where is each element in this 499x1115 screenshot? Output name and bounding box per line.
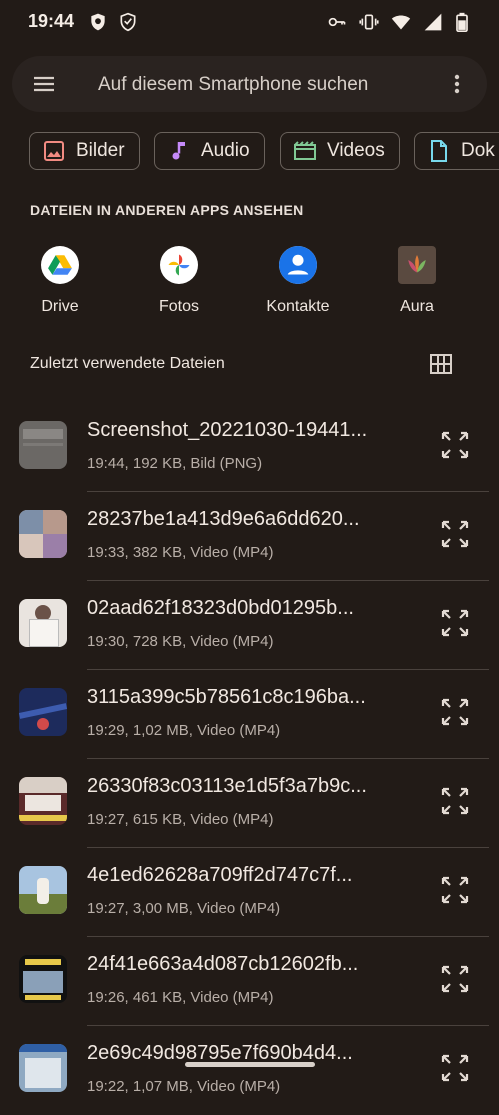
shield-icon [88, 12, 108, 32]
file-meta: 19:29, 1,02 MB, Video (MP4) [87, 722, 281, 739]
more-options-icon[interactable] [445, 72, 469, 96]
file-thumbnail [19, 688, 67, 736]
file-name: 02aad62f18323d0bd01295b... [87, 597, 354, 619]
movie-icon [293, 139, 317, 163]
app-contacts[interactable]: Kontakte [253, 246, 343, 316]
divider [87, 669, 489, 670]
hamburger-menu-icon[interactable] [32, 72, 56, 96]
divider [87, 847, 489, 848]
expand-icon[interactable] [440, 430, 470, 460]
wifi-icon [391, 12, 411, 32]
search-bar[interactable]: Auf diesem Smartphone suchen [12, 56, 487, 112]
grid-view-icon[interactable] [430, 354, 452, 374]
file-meta: 19:26, 461 KB, Video (MP4) [87, 989, 274, 1006]
file-thumbnail [19, 510, 67, 558]
divider [87, 491, 489, 492]
file-thumbnail [19, 777, 67, 825]
list-item[interactable]: Screenshot_20221030-19441... 19:44, 192 … [0, 404, 499, 492]
file-name: 4e1ed62628a709ff2d747c7f... [87, 864, 353, 886]
chip-label: Audio [201, 140, 250, 161]
list-item[interactable]: 26330f83c03113e1d5f3a7b9c... 19:27, 615 … [0, 760, 499, 848]
contacts-icon [279, 246, 317, 284]
file-name: 28237be1a413d9e6a6dd620... [87, 508, 360, 530]
file-meta: 19:33, 382 KB, Video (MP4) [87, 544, 274, 561]
file-meta: 19:27, 3,00 MB, Video (MP4) [87, 900, 281, 917]
apps-section-title: DATEIEN IN ANDEREN APPS ANSEHEN [30, 202, 304, 218]
gesture-navigation-bar[interactable] [185, 1062, 315, 1067]
expand-icon[interactable] [440, 519, 470, 549]
category-chips: Bilder Audio Videos Dok [29, 132, 499, 172]
divider [87, 936, 489, 937]
battery-icon [455, 12, 469, 32]
vpn-shield-icon [118, 12, 138, 32]
chip-label: Videos [327, 140, 385, 161]
app-photos[interactable]: Fotos [134, 246, 224, 316]
expand-icon[interactable] [440, 608, 470, 638]
aura-app-icon [398, 246, 436, 284]
file-thumbnail [19, 421, 67, 469]
google-drive-icon [41, 246, 79, 284]
chip-images[interactable]: Bilder [29, 132, 140, 170]
cell-signal-icon [423, 12, 443, 32]
expand-icon[interactable] [440, 697, 470, 727]
music-note-icon [167, 139, 191, 163]
divider [87, 580, 489, 581]
recent-files-title: Zuletzt verwendete Dateien [30, 355, 225, 372]
key-icon [327, 12, 347, 32]
list-item[interactable]: 24f41e663a4d087cb12602fb... 19:26, 461 K… [0, 938, 499, 1026]
chip-audio[interactable]: Audio [154, 132, 265, 170]
chip-videos[interactable]: Videos [280, 132, 400, 170]
status-bar: 19:44 [0, 0, 499, 44]
list-item[interactable]: 3115a399c5b78561c8c196ba... 19:29, 1,02 … [0, 671, 499, 759]
app-label: Aura [400, 298, 434, 315]
expand-icon[interactable] [440, 875, 470, 905]
expand-icon[interactable] [440, 1053, 470, 1083]
divider [87, 1025, 489, 1026]
app-label: Kontakte [266, 298, 330, 315]
chip-label: Bilder [76, 140, 125, 161]
apps-row: Drive Fotos Kontakte Aura [0, 246, 499, 326]
file-name: 24f41e663a4d087cb12602fb... [87, 953, 359, 975]
file-thumbnail [19, 955, 67, 1003]
google-photos-icon [160, 246, 198, 284]
divider [87, 758, 489, 759]
list-item[interactable]: 4e1ed62628a709ff2d747c7f... 19:27, 3,00 … [0, 849, 499, 937]
file-meta: 19:30, 728 KB, Video (MP4) [87, 633, 274, 650]
file-name: 3115a399c5b78561c8c196ba... [87, 686, 366, 708]
file-thumbnail [19, 599, 67, 647]
chip-documents[interactable]: Dok [414, 132, 499, 170]
file-thumbnail [19, 866, 67, 914]
app-label: Fotos [158, 298, 199, 315]
search-input[interactable]: Auf diesem Smartphone suchen [98, 74, 368, 96]
file-name: 26330f83c03113e1d5f3a7b9c... [87, 775, 367, 797]
app-label: Drive [41, 298, 79, 315]
list-item[interactable]: 28237be1a413d9e6a6dd620... 19:33, 382 KB… [0, 493, 499, 581]
chip-label: Dok [461, 140, 495, 161]
image-icon [42, 139, 66, 163]
list-item[interactable]: 02aad62f18323d0bd01295b... 19:30, 728 KB… [0, 582, 499, 670]
file-thumbnail [19, 1044, 67, 1092]
file-name: Screenshot_20221030-19441... [87, 419, 368, 441]
expand-icon[interactable] [440, 786, 470, 816]
document-icon [427, 139, 451, 163]
app-aura[interactable]: Aura [372, 246, 462, 316]
vibrate-icon [359, 12, 379, 32]
expand-icon[interactable] [440, 964, 470, 994]
file-meta: 19:27, 615 KB, Video (MP4) [87, 811, 274, 828]
file-meta: 19:44, 192 KB, Bild (PNG) [87, 455, 263, 472]
app-drive[interactable]: Drive [15, 246, 105, 316]
list-item[interactable]: 2e69c49d98795e7f690b4d4... 19:22, 1,07 M… [0, 1027, 499, 1115]
status-time: 19:44 [28, 11, 75, 31]
file-meta: 19:22, 1,07 MB, Video (MP4) [87, 1078, 281, 1095]
